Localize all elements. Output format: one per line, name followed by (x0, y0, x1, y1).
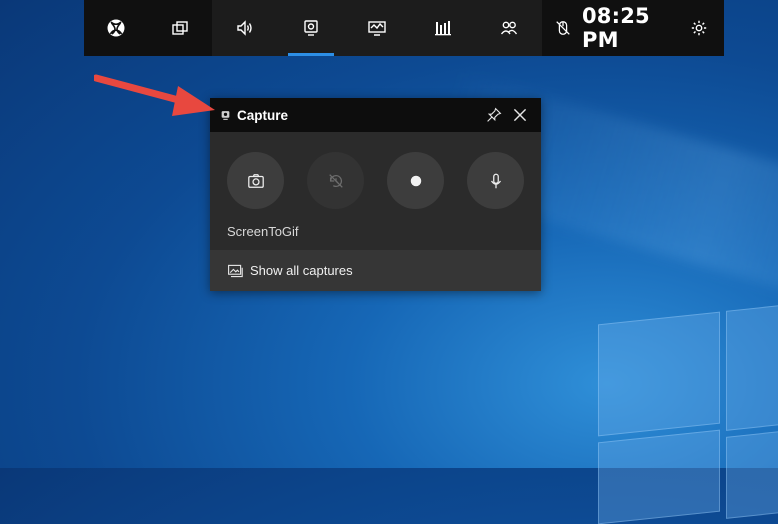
capture-widget-title: Capture (237, 107, 289, 123)
close-icon[interactable] (507, 102, 533, 128)
record-last-30-seconds-button[interactable] (307, 152, 364, 209)
record-last-off-icon (328, 173, 343, 188)
resources-icon[interactable] (410, 0, 476, 56)
widget-menu-icon[interactable] (148, 0, 212, 56)
pin-icon[interactable] (481, 102, 507, 128)
capture-icon[interactable] (278, 0, 344, 56)
capture-widget-header[interactable]: Capture (210, 98, 541, 132)
clock: 08:25 PM (582, 4, 650, 52)
capture-widget: Capture ScreenToGif Show all captures (210, 98, 541, 291)
microphone-icon (490, 173, 501, 188)
record-dot-icon (410, 175, 421, 186)
capture-widget-body: ScreenToGif (210, 132, 541, 250)
screenshot-button[interactable] (227, 152, 284, 209)
microphone-toggle-button[interactable] (467, 152, 524, 209)
annotation-arrow (94, 74, 215, 116)
performance-icon[interactable] (344, 0, 410, 56)
gear-icon[interactable] (690, 19, 708, 37)
captured-app-name: ScreenToGif (227, 224, 299, 239)
xbox-icon[interactable] (84, 0, 148, 56)
gamebar-home-group (84, 0, 212, 56)
show-all-captures-link[interactable]: Show all captures (210, 250, 541, 291)
start-recording-button[interactable] (387, 152, 444, 209)
xbox-game-bar: 08:25 PM (84, 0, 724, 56)
mouse-off-icon[interactable] (554, 19, 572, 37)
audio-icon[interactable] (212, 0, 278, 56)
show-all-captures-label: Show all captures (250, 263, 353, 278)
gallery-icon (228, 264, 243, 277)
gamebar-widgets-group (212, 0, 542, 56)
capture-title-icon (220, 110, 231, 121)
capture-action-row (227, 152, 524, 209)
gamebar-status-group: 08:25 PM (542, 0, 724, 56)
social-icon[interactable] (476, 0, 542, 56)
camera-icon (247, 173, 264, 188)
windows-logo-wallpaper (598, 300, 778, 524)
